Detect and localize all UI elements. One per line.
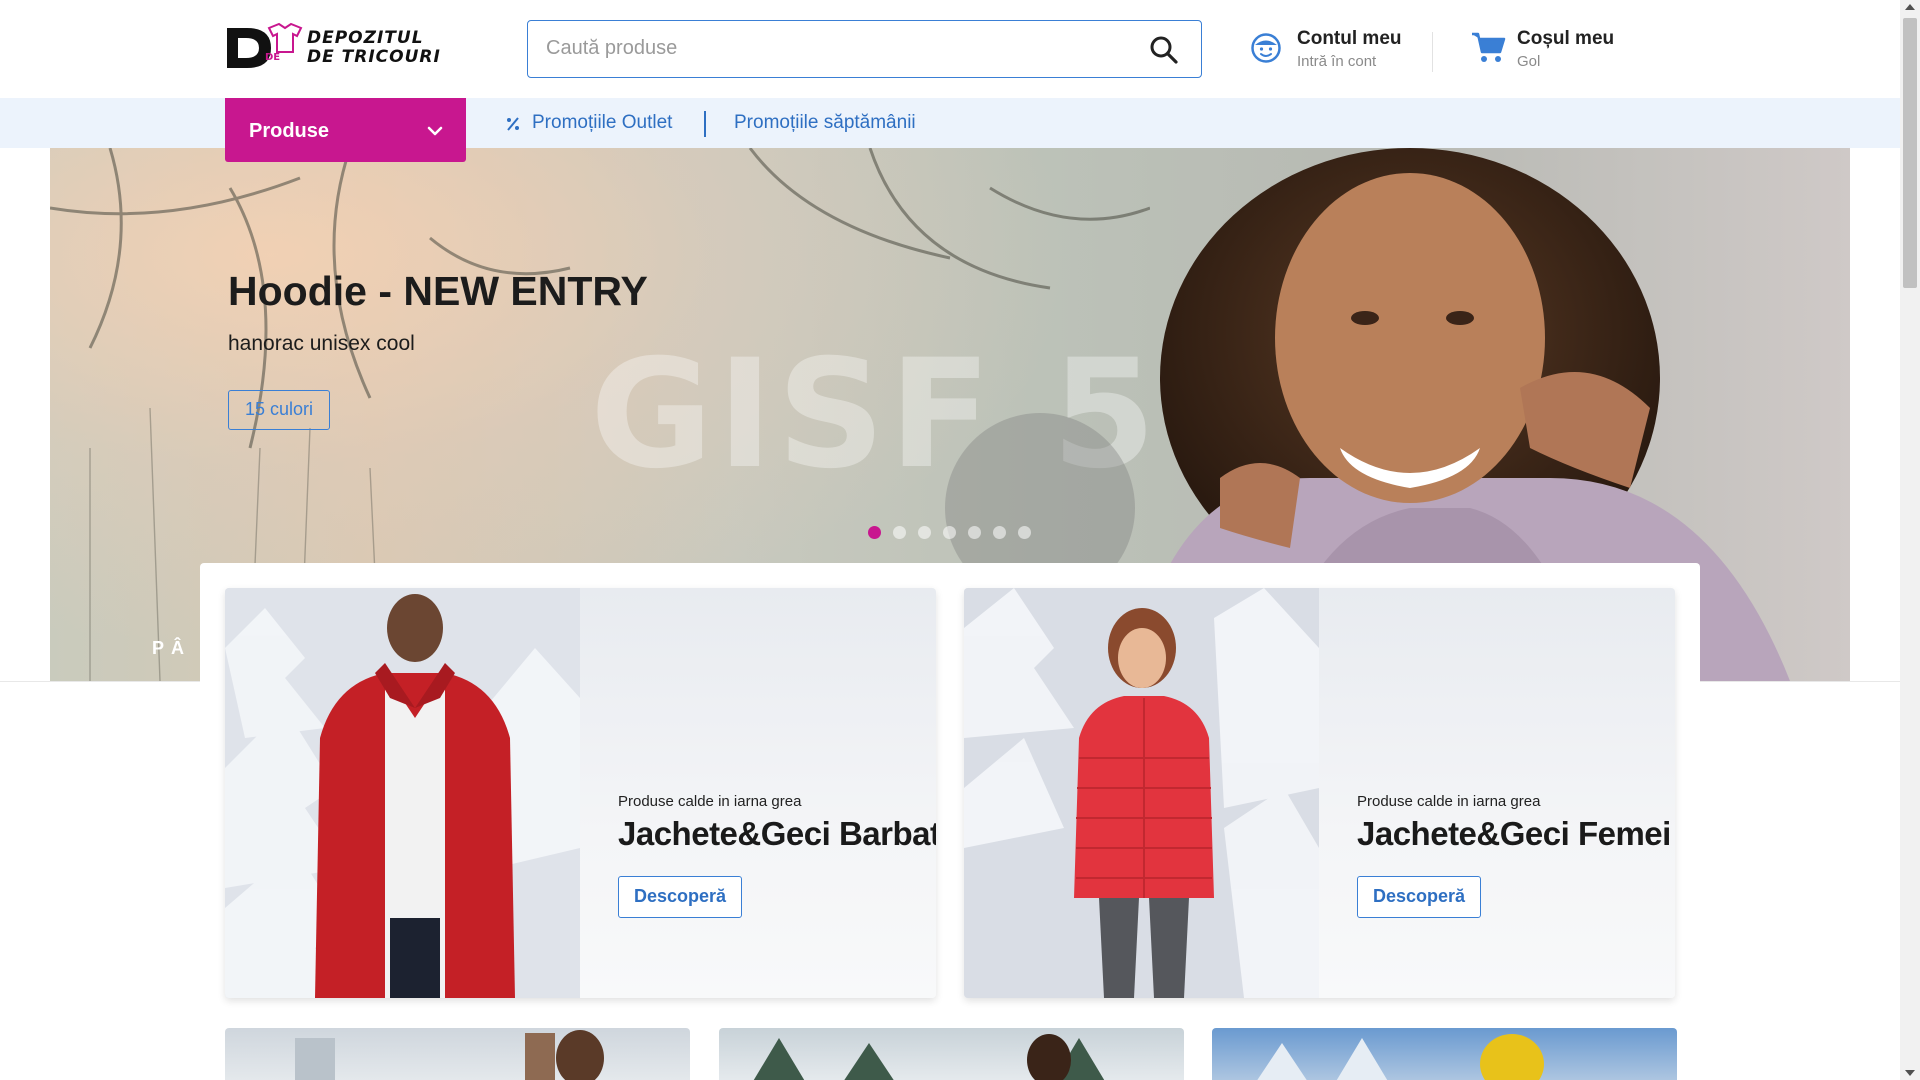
hero-bottom-text: PÂ [152,638,192,658]
user-face-icon [1251,33,1281,63]
cart-title: Coșul meu [1517,28,1615,49]
site-logo[interactable]: DE DEPOZITUL DE TRICOURI [225,22,465,70]
carousel-dot[interactable] [868,526,881,539]
site-header: DE DEPOZITUL DE TRICOURI Contul meu Intr… [0,0,1900,98]
product-thumbnail-image [1257,1034,1544,1080]
nav-link-weekly[interactable]: Promoțiile săptămânii [734,112,916,134]
carousel-dot[interactable] [943,526,956,539]
chevron-down-icon [427,126,443,136]
hero-title: Hoodie - NEW ENTRY [228,268,648,314]
search-box [527,20,1202,78]
card-title: Jachete&Geci Barbati [618,815,936,852]
percent-icon [507,117,519,131]
category-card-men[interactable]: Produse calde in iarna grea Jachete&Geci… [225,588,936,998]
card-title: Jachete&Geci Femei [1357,815,1671,852]
hero-subtitle: hanorac unisex cool [228,332,415,355]
category-card-small[interactable] [225,1028,690,1080]
cart-link[interactable]: Coșul meu Gol [1470,28,1630,72]
products-menu-button[interactable]: Produse [225,98,466,162]
nav-separator [704,111,706,137]
cart-icon [1472,32,1506,62]
account-subtitle: Intră în cont [1297,53,1377,70]
men-jacket-image [225,588,580,998]
hero-colors-button[interactable]: 15 culori [228,390,330,430]
account-title: Contul meu [1297,28,1402,49]
carousel-dot[interactable] [968,526,981,539]
carousel-dot[interactable] [993,526,1006,539]
scroll-down-arrow-icon[interactable] [1905,1070,1915,1076]
discover-button[interactable]: Descoperă [1357,876,1481,918]
card-kicker: Produse calde in iarna grea [1357,793,1541,810]
search-icon[interactable] [1149,35,1179,65]
carousel-dot[interactable] [893,526,906,539]
logo-text-line2: DE TRICOURI [307,47,441,67]
logo-text: DEPOZITUL DE TRICOURI [307,30,441,66]
search-input[interactable] [546,21,1136,76]
women-jacket-image [964,588,1319,998]
scroll-up-arrow-icon[interactable] [1905,4,1915,10]
account-link[interactable]: Contul meu Intră în cont [1250,28,1430,72]
category-card-small[interactable] [1212,1028,1677,1080]
card-kicker: Produse calde in iarna grea [618,793,802,810]
category-card-women[interactable]: Produse calde in iarna grea Jachete&Geci… [964,588,1675,998]
cart-subtitle: Gol [1517,53,1541,70]
discover-button[interactable]: Descoperă [618,876,742,918]
product-thumbnail-image [295,1030,604,1080]
header-divider [1432,32,1433,72]
carousel-dot[interactable] [1018,526,1031,539]
products-menu-label: Produse [249,120,330,142]
carousel-dot[interactable] [918,526,931,539]
product-thumbnail-image [753,1034,1105,1080]
logo-text-line1: DEPOZITUL [307,28,424,48]
scrollbar-thumb[interactable] [1903,18,1917,288]
category-card-small[interactable] [719,1028,1184,1080]
page-scrollbar[interactable] [1900,0,1920,1080]
logo-badge: DE [265,52,281,63]
nav-link-outlet[interactable]: Promoțiile Outlet [532,112,672,134]
